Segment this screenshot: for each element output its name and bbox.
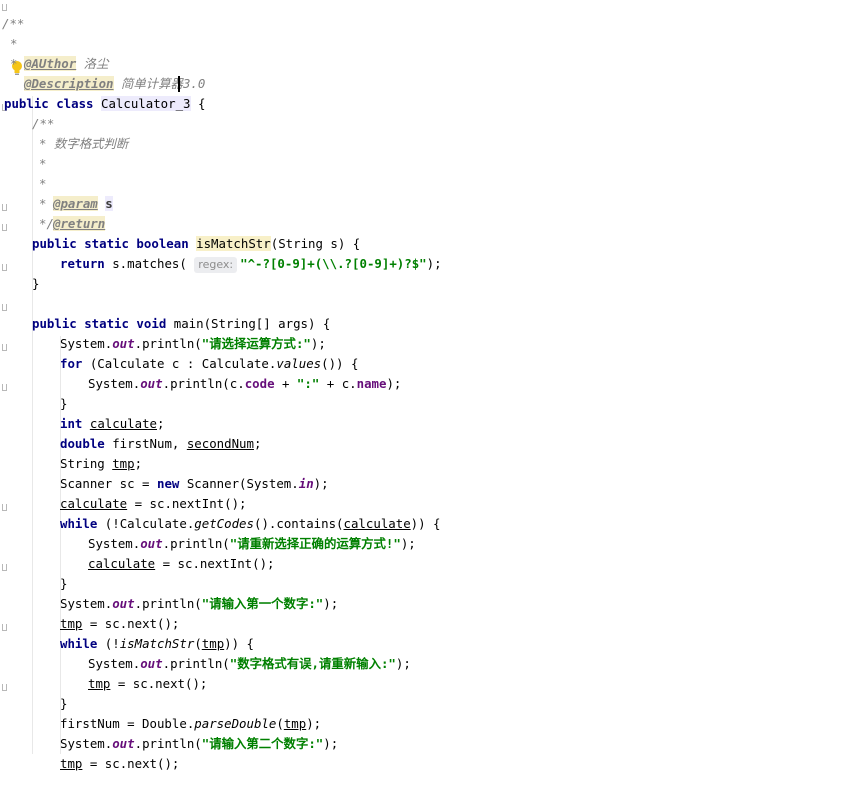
code-line: System.out.println("请重新选择正确的运算方式!"); — [0, 514, 842, 551]
code-line: } — [0, 674, 842, 711]
code-line: } — [0, 374, 842, 411]
code-line: System.out.println("请输入第二个数字:"); — [0, 714, 842, 751]
code-line: System.out.println("请选择运算方式:"); — [0, 314, 842, 351]
code-line: calculate = sc.nextInt(); — [0, 474, 842, 511]
code-line: tmp = sc.next(); — [0, 734, 842, 771]
code-line: * 数字格式判断 — [0, 114, 842, 151]
code-line: int calculate; — [0, 394, 842, 431]
code-text: = sc.next(); — [82, 756, 180, 771]
code-line: } — [0, 554, 842, 591]
code-line: Scanner sc = new Scanner(System.in); — [0, 454, 842, 491]
code-line: String tmp; — [0, 434, 842, 471]
code-line: double firstNum, secondNum; — [0, 414, 842, 451]
code-line: */ — [0, 194, 842, 231]
code-line: public class Calculator_3 { — [0, 74, 842, 111]
code-line: System.out.println(c.code + ":" + c.name… — [0, 354, 842, 391]
code-line: while (!isMatchStr(tmp)) { — [0, 614, 842, 651]
code-line: System.out.println("数字格式有误,请重新输入:"); — [0, 634, 842, 671]
code-line: for (Calculate c : Calculate.values()) { — [0, 334, 842, 371]
code-line: calculate = sc.nextInt(); — [0, 534, 842, 571]
code-line: } — [0, 254, 842, 291]
code-text: } — [32, 276, 40, 291]
code-line: * @return — [0, 174, 842, 231]
code-line: tmp = sc.next(); — [0, 594, 842, 631]
javadoc-tag: @AUthor — [24, 56, 77, 71]
code-line: while (!Calculate.getCodes().contains(ca… — [0, 494, 842, 531]
code-editor[interactable]: /** * @AUthor 洛尘 * @Description 简单计算器3.0… — [0, 0, 842, 771]
code-line: return s.matches( regex: "^-?[0-9]+(\\.?[… — [0, 234, 842, 273]
code-line: * @AUthor 洛尘 — [0, 14, 842, 71]
doc-comment-text: 洛尘 — [76, 56, 109, 71]
code-line: firstNum = Double.parseDouble(tmp); — [0, 694, 842, 731]
code-line: * — [0, 134, 842, 171]
variable: tmp — [60, 756, 83, 771]
code-line: public static boolean isMatchStr(String … — [0, 214, 842, 251]
doc-comment-star: * — [10, 56, 18, 71]
code-line: /** — [0, 94, 842, 131]
code-line: * @Description 简单计算器3.0 — [0, 34, 842, 91]
code-line: * @param s — [0, 154, 842, 211]
code-line: System.out.println("请输入第一个数字:"); — [0, 574, 842, 611]
text-caret — [178, 76, 180, 92]
code-line: /** — [0, 0, 842, 31]
code-line: public static void main(String[] args) { — [0, 294, 842, 331]
code-line: tmp = sc.next(); — [0, 654, 842, 691]
